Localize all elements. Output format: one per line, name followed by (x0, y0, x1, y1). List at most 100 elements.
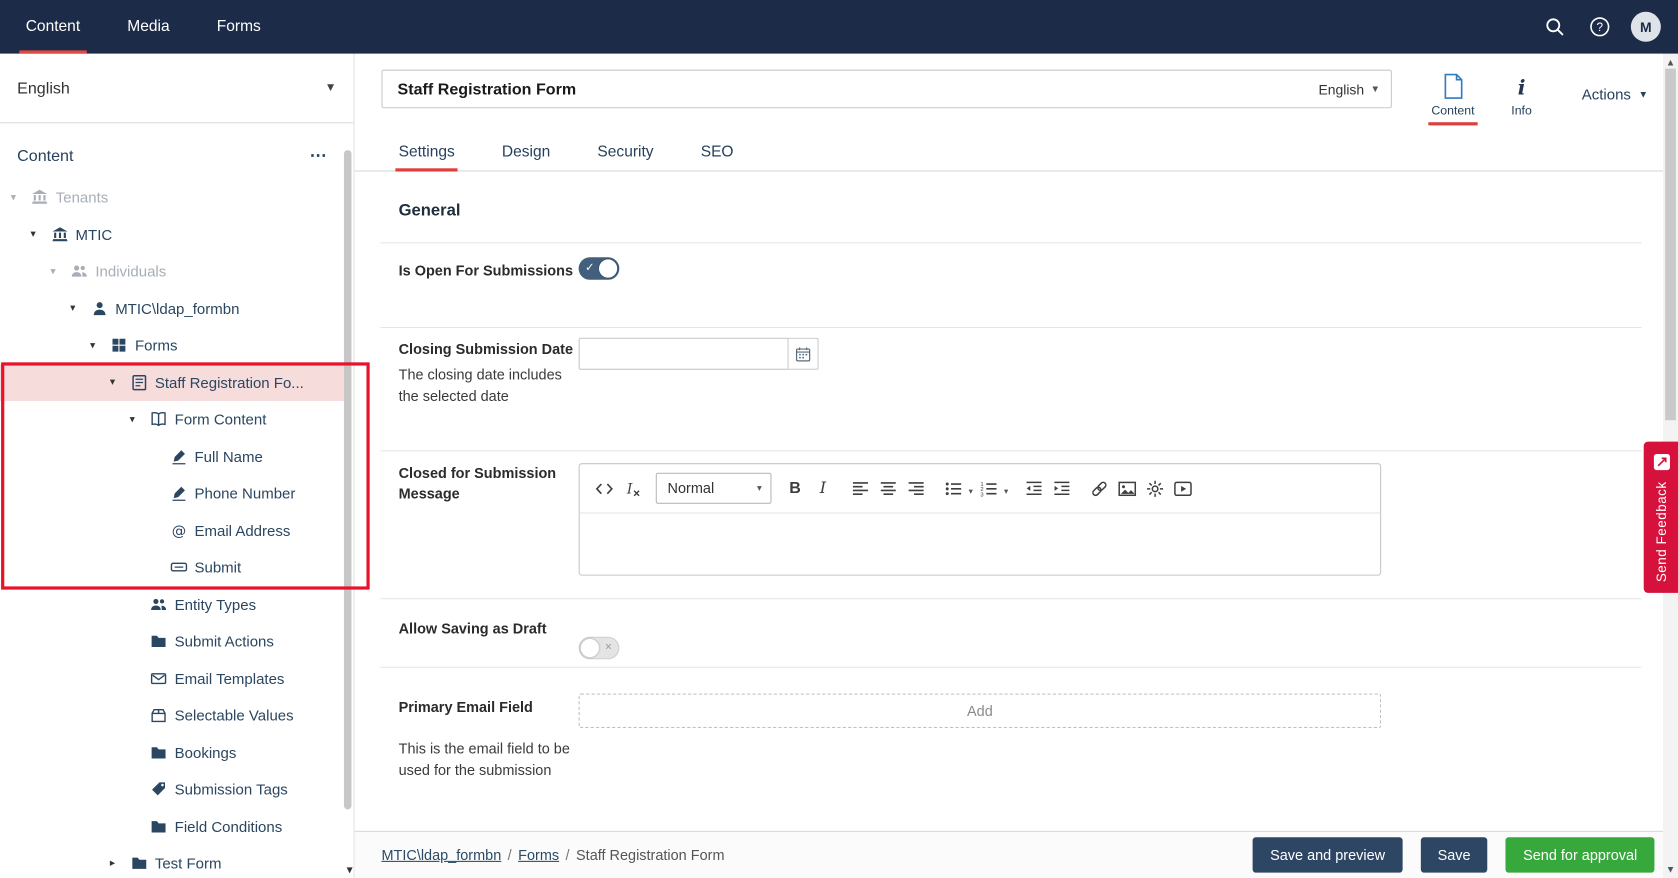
clear-format-icon: I (623, 479, 642, 498)
tree-item-mtic-ldap-formbn[interactable]: ▾MTIC\ldap_formbn (0, 290, 344, 327)
caret-down-icon[interactable]: ▾ (31, 229, 51, 241)
tab-seo[interactable]: SEO (701, 134, 734, 170)
caret-down-icon[interactable]: ▾ (110, 377, 130, 389)
topnav-item-forms[interactable]: Forms (193, 0, 284, 54)
tab-label: SEO (701, 144, 734, 161)
tree-item-label: Full Name (194, 448, 262, 465)
tree-item-email-templates[interactable]: Email Templates (0, 660, 344, 697)
tree-item-full-name[interactable]: Full Name (0, 438, 344, 475)
closing-date-input[interactable] (579, 338, 789, 370)
rich-text-editor: INormal▾BI▾123▾ (579, 463, 1382, 576)
breadcrumb-forms[interactable]: Forms (518, 847, 559, 863)
language-selector[interactable]: English ▼ (0, 54, 354, 124)
scroll-up-icon[interactable]: ▲ (1663, 57, 1678, 68)
tree-item-phone-number[interactable]: Phone Number (0, 475, 344, 512)
scroll-down-icon[interactable]: ▾ (347, 863, 353, 877)
tree-item-staff-registration-fo[interactable]: ▾Staff Registration Fo... (0, 364, 344, 401)
tab-design[interactable]: Design (502, 134, 550, 170)
italic-button[interactable]: I (809, 474, 837, 502)
tree-item-selectable-values[interactable]: Selectable Values (0, 697, 344, 734)
tree-item-bookings[interactable]: Bookings (0, 734, 344, 771)
tree-item-field-conditions[interactable]: Field Conditions (0, 808, 344, 845)
outdent-button[interactable] (1020, 474, 1048, 502)
allow-draft-toggle[interactable]: × (579, 637, 620, 660)
calendar-button[interactable] (789, 338, 819, 370)
chevron-down-icon[interactable]: ▾ (969, 487, 973, 497)
title-language-selector[interactable]: English ▼ (1318, 81, 1380, 97)
caret-down-icon[interactable]: ▾ (50, 266, 70, 278)
breadcrumb-separator: / (566, 847, 570, 863)
image-button[interactable] (1113, 474, 1141, 502)
tree-item-label: Form Content (175, 411, 267, 428)
italic-icon: I (820, 478, 826, 498)
tree-item-tenants[interactable]: ▾Tenants (0, 179, 344, 216)
toolbar-group: BI (781, 474, 837, 502)
actions-button[interactable]: Actions ▼ (1582, 86, 1648, 103)
caret-down-icon[interactable]: ▾ (90, 340, 110, 352)
tab-label: Settings (399, 144, 455, 161)
scroll-down-icon[interactable]: ▼ (1663, 864, 1678, 875)
tab-label: Security (597, 144, 653, 161)
chevron-down-icon[interactable]: ▾ (1004, 487, 1008, 497)
settings-button[interactable] (1141, 474, 1169, 502)
tree-item-submit[interactable]: Submit (0, 549, 344, 586)
avatar[interactable]: M (1631, 12, 1661, 42)
form-title-input[interactable] (395, 79, 1318, 99)
caret-down-icon[interactable]: ▾ (70, 303, 90, 315)
link-button[interactable] (1085, 474, 1113, 502)
primary-email-add-button[interactable]: Add (579, 694, 1382, 728)
view-tab-info[interactable]: i Info (1487, 59, 1556, 125)
tree-item-entity-types[interactable]: Entity Types (0, 586, 344, 623)
tree-item-submission-tags[interactable]: Submission Tags (0, 771, 344, 808)
tree-item-individuals[interactable]: ▾ Individuals (0, 253, 344, 290)
tree-item-email-address[interactable]: @Email Address (0, 512, 344, 549)
paragraph-style-dropdown[interactable]: Normal▾ (656, 473, 772, 504)
field-label-closed-message: Closed for Submission Message (399, 463, 568, 504)
sidebar-scrollbar[interactable] (344, 150, 352, 809)
topnav-item-content[interactable]: Content (2, 0, 104, 54)
caret-down-icon[interactable]: ▾ (11, 192, 31, 204)
save-button[interactable]: Save (1420, 837, 1487, 872)
align-left-button[interactable] (847, 474, 875, 502)
send-for-approval-button[interactable]: Send for approval (1506, 837, 1654, 872)
toolbar-group: I (590, 474, 646, 502)
footer-buttons: Save and preview Save Send for approval (1253, 837, 1654, 872)
tab-settings[interactable]: Settings (399, 134, 455, 170)
help-button[interactable]: ? (1586, 13, 1614, 41)
tree-item-submit-actions[interactable]: Submit Actions (0, 623, 344, 660)
embed-button[interactable] (1169, 474, 1197, 502)
bullet-list-button[interactable] (940, 474, 968, 502)
tree-item-forms[interactable]: ▾Forms (0, 327, 344, 364)
indent-button[interactable] (1048, 474, 1076, 502)
tree-item-label: Bookings (175, 744, 237, 761)
numbered-list-button[interactable]: 123 (975, 474, 1003, 502)
breadcrumb-mtic-ldap-formbn[interactable]: MTIC\ldap_formbn (381, 847, 501, 863)
caret-right-icon[interactable]: ▸ (110, 857, 130, 869)
svg-text:@: @ (171, 523, 185, 539)
clear-format-button[interactable]: I (618, 474, 646, 502)
tree-item-test-form[interactable]: ▸Test Form (0, 845, 344, 878)
code-button[interactable] (590, 474, 618, 502)
scrollbar-thumb[interactable] (1665, 69, 1676, 421)
send-feedback-tab[interactable]: Send Feedback (1644, 442, 1678, 593)
caret-down-icon[interactable]: ▾ (130, 414, 150, 426)
tree-item-mtic[interactable]: ▾MTIC (0, 216, 344, 253)
topnav-item-media[interactable]: Media (104, 0, 193, 54)
breadcrumb: MTIC\ldap_formbn/Forms/Staff Registratio… (381, 847, 724, 863)
align-center-button[interactable] (874, 474, 902, 502)
is-open-toggle[interactable]: ✓ (579, 257, 620, 280)
view-tab-content[interactable]: Content (1419, 59, 1488, 125)
align-left-icon (851, 479, 870, 498)
editor-content-area[interactable] (580, 514, 1380, 575)
search-button[interactable] (1541, 13, 1569, 41)
tree-item-form-content[interactable]: ▾ Form Content (0, 401, 344, 438)
align-right-button[interactable] (902, 474, 930, 502)
more-options-button[interactable]: ⋯ (310, 145, 328, 166)
tree-item-label: Individuals (95, 263, 166, 280)
x-icon: × (605, 642, 612, 654)
save-and-preview-button[interactable]: Save and preview (1253, 837, 1402, 872)
bank-icon (51, 226, 68, 243)
bold-button[interactable]: B (781, 474, 809, 502)
tab-security[interactable]: Security (597, 134, 653, 170)
box-icon (150, 707, 167, 724)
